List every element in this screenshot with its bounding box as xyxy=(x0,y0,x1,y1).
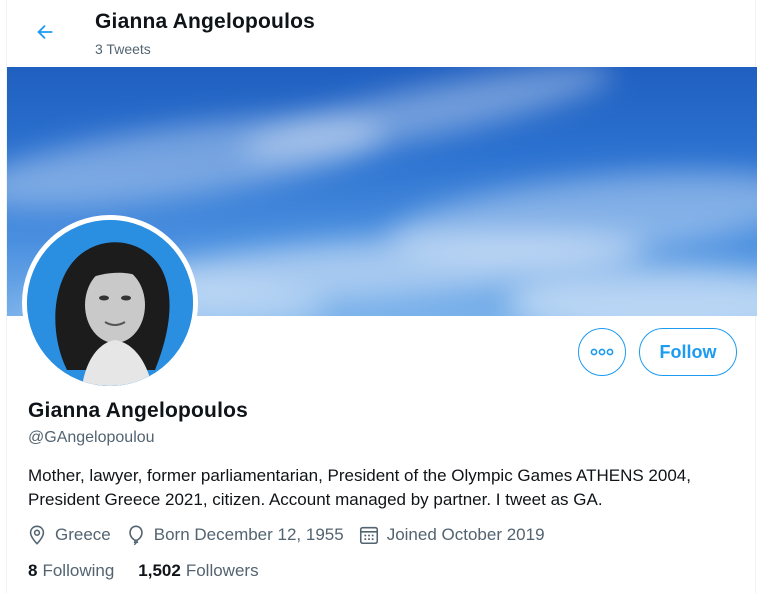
arrow-left-icon xyxy=(37,24,53,40)
profile-name: Gianna Angelopoulos xyxy=(28,399,249,422)
profile-avatar[interactable] xyxy=(22,215,198,391)
birthday-text: Born December 12, 1955 xyxy=(153,525,344,544)
follow-button[interactable]: Follow xyxy=(639,328,737,376)
following-label: Following xyxy=(42,561,115,580)
top-bar: Gianna Angelopoulos 3 Tweets xyxy=(7,0,757,66)
birthday-item: Born December 12, 1955 xyxy=(125,524,344,546)
followers-count: 1,502 xyxy=(138,561,181,580)
calendar-icon xyxy=(359,526,378,545)
tweet-count: 3 Tweets xyxy=(95,41,151,57)
location-pin-icon xyxy=(29,525,45,545)
more-options-button[interactable] xyxy=(578,328,626,376)
followers-link[interactable]: 1,502 Followers xyxy=(138,561,258,581)
profile-page: Gianna Angelopoulos 3 Tweets Follow Gian… xyxy=(6,0,757,593)
profile-meta: Greece Born December 12, 1955 Joined Oct… xyxy=(26,524,559,546)
profile-photo xyxy=(27,220,193,386)
profile-bio: Mother, lawyer, former parliamentarian, … xyxy=(28,466,691,509)
followers-label: Followers xyxy=(185,561,259,580)
page-title: Gianna Angelopoulos xyxy=(95,10,316,33)
following-link[interactable]: 8 Following xyxy=(28,561,114,581)
location-item: Greece xyxy=(26,524,111,546)
profile-stats: 8 Following 1,502 Followers xyxy=(28,561,283,581)
following-count: 8 xyxy=(28,561,38,580)
back-button[interactable] xyxy=(27,14,63,50)
joined-item: Joined October 2019 xyxy=(358,524,545,546)
profile-handle: @GAngelopoulou xyxy=(28,429,155,446)
joined-text: Joined October 2019 xyxy=(386,525,545,544)
balloon-icon xyxy=(129,525,143,546)
location-text: Greece xyxy=(55,525,111,544)
more-dots-icon xyxy=(590,348,614,356)
